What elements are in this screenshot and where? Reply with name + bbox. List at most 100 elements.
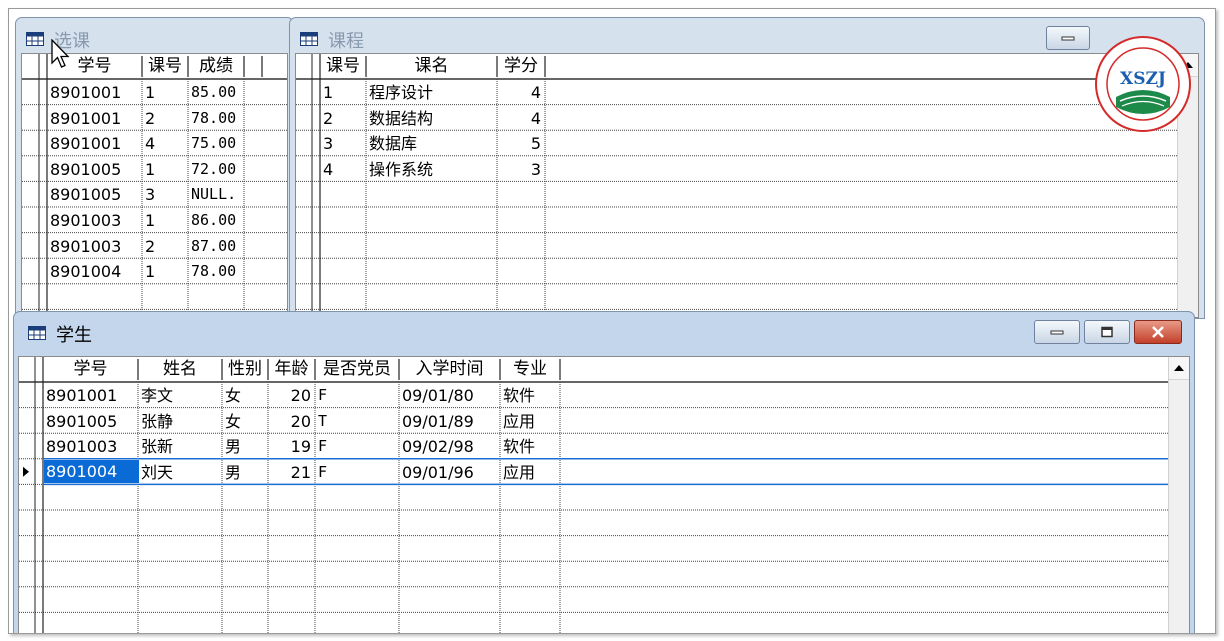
- table-cell[interactable]: 4: [323, 157, 362, 182]
- window-title: 学生: [56, 325, 92, 346]
- table-cell[interactable]: 2: [145, 234, 184, 259]
- minimize-icon: [1061, 36, 1075, 41]
- titlebar-xuesheng[interactable]: 学生: [14, 312, 1194, 348]
- grid-xuanke[interactable]: 学号 课号 成绩 8901001 1 85.00 8901001 2 78.00 8901001 4…: [21, 53, 288, 318]
- table-cell[interactable]: 09/01/96: [402, 460, 496, 485]
- table-cell[interactable]: 1: [145, 208, 184, 233]
- column-header-0[interactable]: 课号: [320, 55, 366, 78]
- table-cell[interactable]: 李文: [141, 383, 218, 408]
- table-cell[interactable]: 应用: [503, 409, 556, 434]
- column-header-2[interactable]: 成绩: [188, 55, 244, 78]
- table-cell[interactable]: 86.00: [191, 208, 240, 233]
- table-cell[interactable]: 8901001: [50, 131, 138, 156]
- table-cell[interactable]: 8901003: [50, 234, 138, 259]
- screenshot-frame: 选课 学号 课号 成绩 8901001 1 85.00 8901001 2 78.00 89010…: [8, 8, 1216, 634]
- minimize-button[interactable]: [1034, 320, 1080, 344]
- table-cell[interactable]: 8901001: [46, 383, 134, 408]
- table-cell[interactable]: 3: [323, 131, 362, 156]
- table-cell[interactable]: 09/01/89: [402, 409, 496, 434]
- table-cell[interactable]: 8901001: [50, 80, 138, 105]
- table-cell[interactable]: 8901004: [50, 259, 138, 284]
- table-cell[interactable]: F: [318, 383, 395, 408]
- column-header-2[interactable]: 性别: [222, 358, 268, 381]
- table-cell[interactable]: 09/02/98: [402, 434, 496, 459]
- table-cell[interactable]: 8901003: [46, 434, 134, 459]
- table-cell[interactable]: 张新: [141, 434, 218, 459]
- table-cell[interactable]: 1: [145, 80, 184, 105]
- table-cell[interactable]: 8901004: [44, 459, 139, 484]
- maximize-icon: [1101, 326, 1113, 338]
- vertical-scrollbar[interactable]: [1168, 357, 1189, 633]
- table-cell[interactable]: F: [318, 434, 395, 459]
- grid-xuesheng[interactable]: 学号 姓名 性别 年龄 是否党员 入学时间 专业 8901001 李文女 20 F 09/01/80 软…: [18, 356, 1190, 633]
- minimize-icon: [1050, 330, 1064, 335]
- window-title: 课程: [328, 31, 364, 52]
- table-cell[interactable]: 刘天: [141, 460, 218, 485]
- table-cell[interactable]: 78.00: [191, 259, 240, 284]
- table-cell[interactable]: 09/01/80: [402, 383, 496, 408]
- table-cell[interactable]: 4: [500, 106, 541, 131]
- table-cell[interactable]: 3: [500, 157, 541, 182]
- maximize-button[interactable]: [1084, 320, 1130, 344]
- titlebar-kecheng[interactable]: 课程: [290, 18, 1204, 54]
- scroll-up-button[interactable]: [1169, 357, 1189, 380]
- table-cell[interactable]: 女: [225, 383, 264, 408]
- table-cell[interactable]: F: [318, 460, 395, 485]
- column-header-1[interactable]: 课名: [366, 55, 497, 78]
- logo-text: XSZJ: [1120, 69, 1166, 89]
- table-cell[interactable]: 3: [145, 182, 184, 207]
- table-cell[interactable]: 男: [225, 434, 264, 459]
- table-cell[interactable]: 应用: [503, 460, 556, 485]
- grid-kecheng[interactable]: 课号 课名 学分 1 程序设计 4 2 数据结构 4 3 数据库 5 4 操作系统 3: [295, 53, 1199, 318]
- table-cell[interactable]: NULL.: [191, 182, 240, 207]
- table-cell[interactable]: 程序设计: [369, 80, 493, 105]
- table-cell[interactable]: 72.00: [191, 157, 240, 182]
- table-cell[interactable]: 1: [145, 157, 184, 182]
- close-button[interactable]: [1134, 320, 1182, 344]
- column-header-5[interactable]: 入学时间: [399, 358, 500, 381]
- table-cell[interactable]: 4: [145, 131, 184, 156]
- column-header-1[interactable]: 课号: [142, 55, 188, 78]
- column-header-6[interactable]: 专业: [500, 358, 560, 381]
- window-kecheng[interactable]: 课程 课号 课名 学分 1 程序设计 4 2 数据结构 4 3 数据库 5 4 操作系统 3: [289, 17, 1205, 319]
- table-cell[interactable]: 78.00: [191, 106, 240, 131]
- table-cell[interactable]: 20: [271, 383, 311, 408]
- table-cell[interactable]: 1: [145, 259, 184, 284]
- table-cell[interactable]: 2: [145, 106, 184, 131]
- close-icon: [1152, 326, 1164, 338]
- table-cell[interactable]: 8901005: [50, 157, 138, 182]
- table-cell[interactable]: 75.00: [191, 131, 240, 156]
- table-cell[interactable]: 4: [500, 80, 541, 105]
- table-cell[interactable]: 女: [225, 409, 264, 434]
- table-cell[interactable]: 张静: [141, 409, 218, 434]
- table-cell[interactable]: T: [318, 409, 395, 434]
- column-header-2[interactable]: 学分: [497, 55, 545, 78]
- table-cell[interactable]: 操作系统: [369, 157, 493, 182]
- column-header-1[interactable]: 姓名: [138, 358, 222, 381]
- arrow-up-icon: [1174, 365, 1184, 371]
- table-cell[interactable]: 8901005: [46, 409, 134, 434]
- table-cell[interactable]: 8901005: [50, 182, 138, 207]
- table-cell[interactable]: 19: [271, 434, 311, 459]
- window-xuesheng[interactable]: 学生 学号 姓名 性别 年龄 是否党员 入学时间 专业 8901001 李文女 20 F 09/01/…: [13, 311, 1195, 633]
- table-cell[interactable]: 5: [500, 131, 541, 156]
- table-icon: [28, 326, 46, 340]
- table-cell[interactable]: 1: [323, 80, 362, 105]
- current-row-indicator-icon: [23, 466, 29, 477]
- table-cell[interactable]: 数据结构: [369, 106, 493, 131]
- table-cell[interactable]: 21: [271, 460, 311, 485]
- table-cell[interactable]: 软件: [503, 434, 556, 459]
- column-header-0[interactable]: 学号: [43, 358, 138, 381]
- table-cell[interactable]: 8901001: [50, 106, 138, 131]
- table-cell[interactable]: 85.00: [191, 80, 240, 105]
- table-cell[interactable]: 20: [271, 409, 311, 434]
- table-cell[interactable]: 男: [225, 460, 264, 485]
- table-cell[interactable]: 87.00: [191, 234, 240, 259]
- minimize-button[interactable]: [1046, 26, 1090, 50]
- table-cell[interactable]: 软件: [503, 383, 556, 408]
- table-cell[interactable]: 数据库: [369, 131, 493, 156]
- table-cell[interactable]: 2: [323, 106, 362, 131]
- column-header-4[interactable]: 是否党员: [315, 358, 399, 381]
- table-cell[interactable]: 8901003: [50, 208, 138, 233]
- column-header-3[interactable]: 年龄: [268, 358, 315, 381]
